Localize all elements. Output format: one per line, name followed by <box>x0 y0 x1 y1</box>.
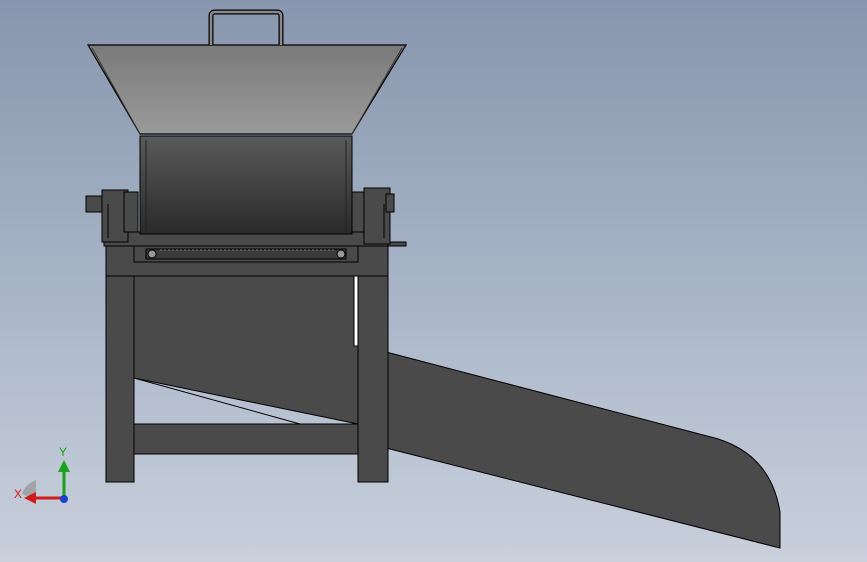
crushing-chamber <box>139 135 353 235</box>
cutter-shaft <box>133 245 359 263</box>
x-axis-label: X <box>14 487 22 501</box>
inner-chute-plate <box>133 275 359 425</box>
graphics-viewport[interactable]: Y X <box>0 0 867 562</box>
feed-hopper <box>86 44 408 135</box>
z-axis-dot <box>60 495 68 503</box>
hopper-handle[interactable] <box>208 9 284 45</box>
coordinate-triad: Y X <box>14 445 70 504</box>
discharge-chute <box>385 351 781 549</box>
y-axis-label: Y <box>59 445 67 459</box>
shredder-model[interactable] <box>0 0 867 562</box>
